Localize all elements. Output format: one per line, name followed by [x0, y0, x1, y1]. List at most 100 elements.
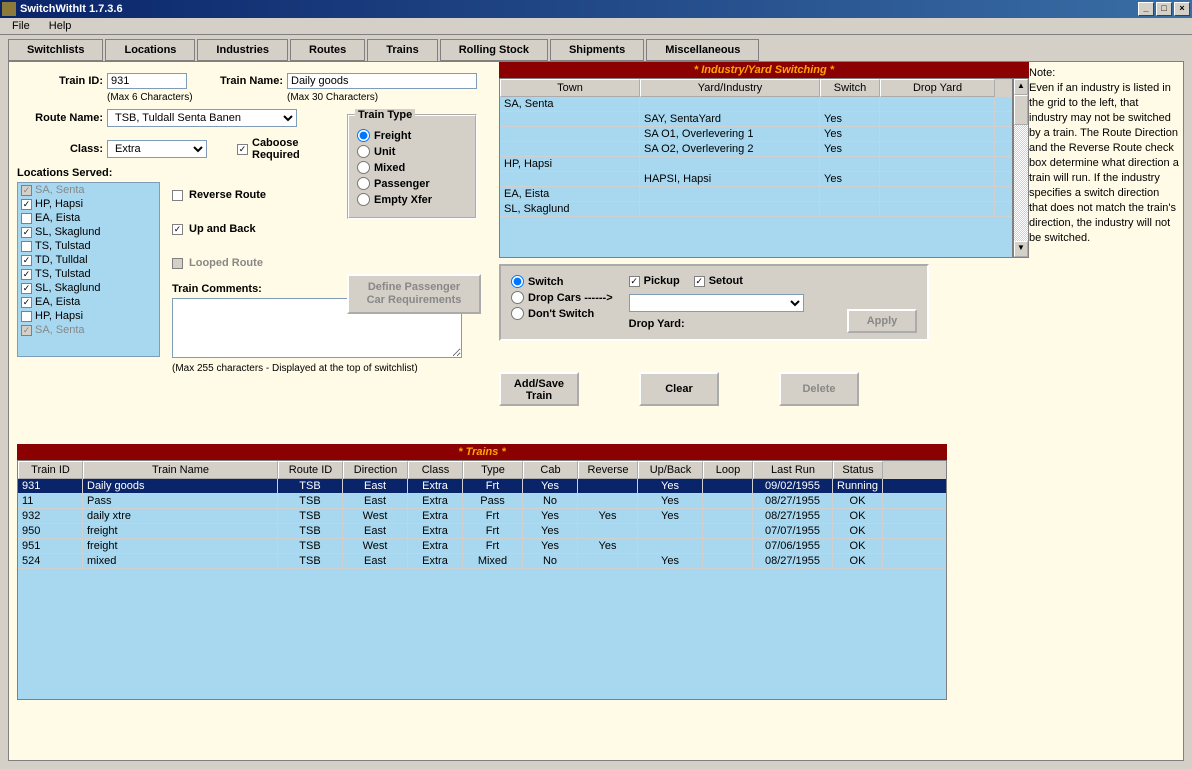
pickup-checkbox[interactable]: ✓: [629, 276, 640, 287]
caboose-checkbox[interactable]: ✓: [237, 144, 248, 155]
tab-locations[interactable]: Locations: [105, 39, 195, 61]
tab-trains[interactable]: Trains: [367, 39, 437, 61]
trains-panel: Train ID: Train Name: (Max 6 Characters)…: [8, 61, 1184, 761]
trains-col-header[interactable]: Loop: [703, 461, 753, 479]
train-type-legend: Train Type: [355, 109, 415, 121]
industry-col-header[interactable]: Drop Yard: [880, 79, 995, 97]
trains-col-header[interactable]: Class: [408, 461, 463, 479]
train-type-passenger[interactable]: [357, 177, 370, 190]
industry-row[interactable]: HAPSI, HapsiYes: [500, 172, 1012, 187]
minimize-button[interactable]: _: [1138, 2, 1154, 16]
tab-switchlists[interactable]: Switchlists: [8, 39, 103, 61]
industry-row[interactable]: SA, Senta: [500, 97, 1012, 112]
upback-checkbox[interactable]: ✓: [172, 224, 183, 235]
tab-routes[interactable]: Routes: [290, 39, 365, 61]
location-item[interactable]: ✓SL, Skaglund: [18, 225, 159, 239]
clear-button[interactable]: Clear: [639, 372, 719, 406]
add-save-button[interactable]: Add/Save Train: [499, 372, 579, 406]
trains-row[interactable]: 950freightTSBEastExtraFrtYes07/07/1955OK: [18, 524, 946, 539]
train-id-input[interactable]: [107, 73, 187, 89]
reverse-checkbox[interactable]: [172, 190, 183, 201]
maximize-button[interactable]: □: [1156, 2, 1172, 16]
drop-yard-label: Drop Yard:: [629, 318, 804, 330]
class-label: Class:: [17, 143, 107, 155]
location-item[interactable]: ✓TS, Tulstad: [18, 267, 159, 281]
location-item[interactable]: EA, Eista: [18, 211, 159, 225]
trains-row[interactable]: 932daily xtreTSBWestExtraFrtYesYesYes08/…: [18, 509, 946, 524]
tab-industries[interactable]: Industries: [197, 39, 288, 61]
tab-miscellaneous[interactable]: Miscellaneous: [646, 39, 759, 61]
location-item[interactable]: ✓EA, Eista: [18, 295, 159, 309]
trains-col-header[interactable]: Train ID: [18, 461, 83, 479]
trains-row[interactable]: 11PassTSBEastExtraPassNoYes08/27/1955OK: [18, 494, 946, 509]
route-name-select[interactable]: TSB, Tuldall Senta Banen: [107, 109, 297, 127]
train-type-mixed[interactable]: [357, 161, 370, 174]
route-name-label: Route Name:: [17, 112, 107, 124]
train-type-freight[interactable]: [357, 129, 370, 142]
tab-rolling-stock[interactable]: Rolling Stock: [440, 39, 548, 61]
delete-button: Delete: [779, 372, 859, 406]
trains-col-header[interactable]: Reverse: [578, 461, 638, 479]
location-item: ✓SA, Senta: [18, 323, 159, 337]
switch-radio[interactable]: [511, 275, 524, 288]
tab-shipments[interactable]: Shipments: [550, 39, 644, 61]
industry-row[interactable]: EA, Eista: [500, 187, 1012, 202]
trains-col-header[interactable]: Status: [833, 461, 883, 479]
industry-col-header[interactable]: Yard/Industry: [640, 79, 820, 97]
train-type-empty-xfer[interactable]: [357, 193, 370, 206]
class-select[interactable]: Extra: [107, 140, 207, 158]
locations-listbox[interactable]: ✓SA, Senta✓HP, HapsiEA, Eista✓SL, Skaglu…: [17, 182, 160, 357]
upback-label: Up and Back: [189, 223, 256, 235]
menu-file[interactable]: File: [4, 18, 38, 34]
location-item[interactable]: TS, Tulstad: [18, 239, 159, 253]
tabbar: SwitchlistsLocationsIndustriesRoutesTrai…: [0, 35, 1192, 61]
location-item: ✓SA, Senta: [18, 183, 159, 197]
window-title: SwitchWithIt 1.7.3.6: [20, 3, 123, 15]
location-item[interactable]: ✓HP, Hapsi: [18, 197, 159, 211]
titlebar: SwitchWithIt 1.7.3.6 _ □ ×: [0, 0, 1192, 18]
close-button[interactable]: ×: [1174, 2, 1190, 16]
apply-button: Apply: [847, 309, 917, 333]
location-item[interactable]: ✓SL, Skaglund: [18, 281, 159, 295]
trains-row[interactable]: 951freightTSBWestExtraFrtYesYes07/06/195…: [18, 539, 946, 554]
industry-row[interactable]: SAY, SentaYardYes: [500, 112, 1012, 127]
trains-col-header[interactable]: Type: [463, 461, 523, 479]
note-box: Note: Even if an industry is listed in t…: [1029, 66, 1179, 246]
industry-scrollbar[interactable]: ▲▼: [1013, 78, 1029, 258]
location-item[interactable]: ✓TD, Tulldal: [18, 253, 159, 267]
looped-label: Looped Route: [189, 257, 263, 269]
trains-col-header[interactable]: Direction: [343, 461, 408, 479]
app-icon: [2, 2, 16, 16]
train-type-unit[interactable]: [357, 145, 370, 158]
train-name-input[interactable]: [287, 73, 477, 89]
industry-col-header[interactable]: Town: [500, 79, 640, 97]
industry-col-header[interactable]: Switch: [820, 79, 880, 97]
trains-row[interactable]: 931Daily goodsTSBEastExtraFrtYesYes09/02…: [18, 479, 946, 494]
industry-grid-title: * Industry/Yard Switching *: [499, 62, 1029, 78]
drop-cars-radio[interactable]: [511, 291, 524, 304]
menubar: File Help: [0, 18, 1192, 35]
industry-row[interactable]: SA O1, Overlevering 1Yes: [500, 127, 1012, 142]
trains-grid-title: * Trains *: [17, 444, 947, 460]
train-name-hint: (Max 30 Characters): [287, 92, 378, 103]
industry-row[interactable]: HP, Hapsi: [500, 157, 1012, 172]
menu-help[interactable]: Help: [41, 18, 80, 34]
train-id-hint: (Max 6 Characters): [107, 92, 207, 103]
define-passenger-button: Define Passenger Car Requirements: [347, 274, 481, 314]
dont-switch-radio[interactable]: [511, 307, 524, 320]
trains-col-header[interactable]: Last Run: [753, 461, 833, 479]
trains-col-header[interactable]: Cab: [523, 461, 578, 479]
industry-row[interactable]: SL, Skaglund: [500, 202, 1012, 217]
train-name-label: Train Name:: [187, 75, 287, 87]
setout-checkbox[interactable]: ✓: [694, 276, 705, 287]
looped-checkbox: [172, 258, 183, 269]
trains-col-header[interactable]: Up/Back: [638, 461, 703, 479]
trains-row[interactable]: 524mixedTSBEastExtraMixedNoYes08/27/1955…: [18, 554, 946, 569]
drop-cars-select[interactable]: [629, 294, 804, 312]
trains-col-header[interactable]: Route ID: [278, 461, 343, 479]
industry-row[interactable]: SA O2, Overlevering 2Yes: [500, 142, 1012, 157]
train-id-label: Train ID:: [17, 75, 107, 87]
caboose-label: Caboose Required: [252, 137, 312, 161]
location-item[interactable]: HP, Hapsi: [18, 309, 159, 323]
trains-col-header[interactable]: Train Name: [83, 461, 278, 479]
